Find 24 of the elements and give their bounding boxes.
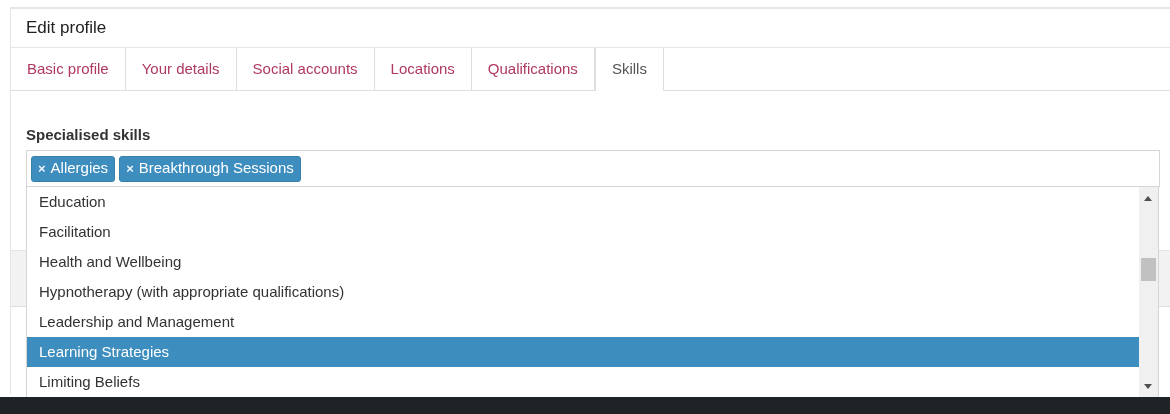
tab[interactable]: Basic profile [11, 48, 126, 90]
tag-label: Breakthrough Sessions [138, 158, 294, 179]
tab[interactable]: Your details [125, 48, 237, 90]
scrollbar[interactable] [1139, 187, 1158, 397]
tag-label: Allergies [50, 158, 109, 179]
scrollbar-thumb[interactable] [1141, 258, 1156, 281]
dropdown-option[interactable]: Leadership and Management [27, 307, 1139, 337]
field-label: Specialised skills [26, 125, 152, 145]
dropdown-option[interactable]: Limiting Beliefs [27, 367, 1139, 397]
tab[interactable]: Skills [594, 48, 664, 91]
scroll-down-icon[interactable] [1144, 384, 1152, 389]
scroll-up-icon[interactable] [1144, 196, 1152, 201]
tab[interactable]: Locations [374, 48, 472, 90]
dropdown-option[interactable]: Hypnotherapy (with appropriate qualifications) [27, 277, 1139, 307]
tab[interactable]: Qualifications [471, 48, 595, 90]
panel-title: Edit profile [26, 17, 107, 40]
remove-tag-button[interactable]: × [38, 158, 46, 179]
tab[interactable]: Social accounts [236, 48, 375, 90]
dropdown-option[interactable]: Education [27, 187, 1139, 217]
tag-input[interactable]: × Allergies × Breakthrough Sessions [26, 150, 1160, 187]
dropdown-option[interactable]: Health and Wellbeing [27, 247, 1139, 277]
remove-tag-button[interactable]: × [126, 158, 134, 179]
dropdown-option[interactable]: Facilitation [27, 217, 1139, 247]
dropdown-option[interactable]: Learning Strategies [27, 337, 1139, 367]
